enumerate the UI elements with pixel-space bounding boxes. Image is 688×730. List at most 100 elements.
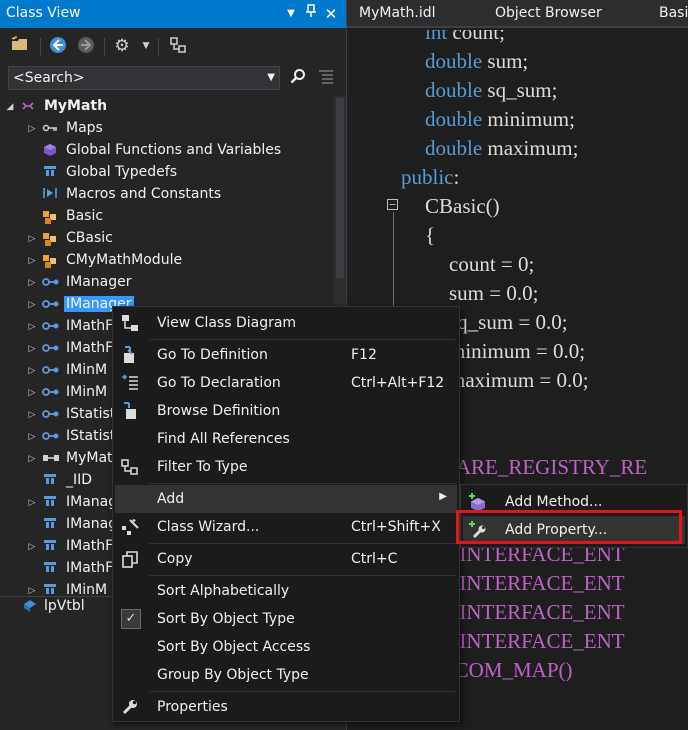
- code-line: double minimum;: [425, 107, 575, 132]
- tree-item[interactable]: ▷ IManager: [0, 272, 346, 294]
- tree-item-label: MyMat: [66, 450, 113, 466]
- search-settings-icon[interactable]: [316, 68, 336, 88]
- menu-item-shortcut: F12: [351, 347, 377, 363]
- expand-arrow-icon[interactable]: ▷: [26, 253, 38, 269]
- go-to-declaration-icon: [121, 374, 139, 392]
- tree-item-label: IManager: [66, 274, 132, 290]
- menu-separator: [149, 575, 455, 576]
- submenu-item-label: Add Method...: [505, 494, 603, 510]
- menu-item-find-all-references[interactable]: Find All References: [115, 425, 457, 453]
- field-icon: [22, 599, 38, 615]
- expand-arrow-icon[interactable]: ▷: [26, 429, 38, 445]
- expand-arrow-icon[interactable]: ▷: [26, 539, 38, 555]
- search-icon[interactable]: [288, 68, 308, 88]
- search-dropdown-icon[interactable]: ▼: [267, 69, 275, 87]
- code-text: count = 0;: [449, 252, 535, 276]
- code-text: minimum;: [487, 107, 575, 131]
- menu-item-view-class-diagram[interactable]: View Class Diagram: [115, 309, 457, 337]
- expand-arrow-icon[interactable]: ▷: [26, 451, 38, 467]
- menu-item-label: Sort Alphabetically: [157, 583, 290, 599]
- expand-arrow-icon[interactable]: ▷: [26, 341, 38, 357]
- menu-item-shortcut: Ctrl+Shift+X: [351, 519, 441, 535]
- project-icon: [20, 99, 36, 115]
- menu-item-sort-alphabetically[interactable]: Sort Alphabetically: [115, 577, 457, 605]
- menu-item-label: Sort By Object Type: [157, 611, 295, 627]
- expand-arrow-icon[interactable]: ▷: [26, 231, 38, 247]
- menu-item-class-wizard[interactable]: Class Wizard... Ctrl+Shift+X: [115, 513, 457, 541]
- code-text: count;: [452, 30, 505, 44]
- interface-icon: [42, 297, 59, 313]
- menu-item-properties[interactable]: Properties: [115, 693, 457, 721]
- interface-icon: [42, 275, 59, 291]
- expand-arrow-icon[interactable]: ▷: [26, 275, 38, 291]
- code-line: double sq_sum;: [425, 78, 557, 103]
- code-line: sum = 0.0;: [449, 281, 538, 306]
- menu-item-go-to-declaration[interactable]: Go To Declaration Ctrl+Alt+F12: [115, 369, 457, 397]
- class-view-search-box[interactable]: ▼: [8, 66, 280, 90]
- tree-item[interactable]: Global Typedefs: [0, 162, 346, 184]
- tree-item[interactable]: ▷ CMyMathModule: [0, 250, 346, 272]
- expand-arrow-icon[interactable]: ▷: [26, 407, 38, 423]
- expand-arrow-icon[interactable]: ▷: [26, 319, 38, 335]
- menu-item-shortcut: Ctrl+C: [351, 551, 398, 567]
- tree-item-label: IManag: [66, 516, 118, 532]
- tree-item-label: IStatist: [66, 428, 116, 444]
- tab-basic[interactable]: Basic: [659, 5, 688, 21]
- menu-item-shortcut: Ctrl+Alt+F12: [351, 375, 445, 391]
- menu-item-browse-definition[interactable]: Browse Definition: [115, 397, 457, 425]
- code-text: sq_sum = 0.0;: [449, 310, 568, 334]
- menu-item-label: Go To Definition: [157, 347, 268, 363]
- tab-mymath-idl[interactable]: MyMath.idl: [359, 5, 436, 21]
- code-keyword: int: [425, 30, 453, 44]
- settings-gear-icon[interactable]: ⚙: [112, 36, 132, 56]
- menu-item-group-by-object-type[interactable]: Group By Object Type: [115, 661, 457, 689]
- window-position-dropdown-icon[interactable]: ▼: [282, 4, 300, 24]
- menu-item-label: Find All References: [157, 431, 290, 447]
- check-icon: ✓: [121, 609, 141, 629]
- collapse-region-icon[interactable]: −: [387, 199, 398, 210]
- menu-item-label: Copy: [157, 551, 193, 567]
- back-icon[interactable]: [48, 36, 68, 56]
- settings-dropdown-icon[interactable]: ▼: [136, 36, 156, 56]
- expand-arrow-icon[interactable]: ▷: [26, 495, 38, 511]
- menu-item-label: Sort By Object Access: [157, 639, 311, 655]
- forward-icon[interactable]: [76, 36, 96, 56]
- menu-separator: [149, 483, 455, 484]
- typedef-icon: [42, 561, 58, 577]
- scrollbar-thumb[interactable]: [336, 98, 344, 278]
- menu-separator: [149, 543, 455, 544]
- code-text: minimum = 0.0;: [449, 339, 586, 363]
- expand-arrow-icon[interactable]: ▷: [26, 363, 38, 379]
- maps-icon: [42, 121, 58, 137]
- menu-item-go-to-definition[interactable]: Go To Definition F12: [115, 341, 457, 369]
- tree-item[interactable]: Basic: [0, 206, 346, 228]
- menu-item-filter-to-type[interactable]: Filter To Type: [115, 453, 457, 481]
- menu-item-sort-by-object-access[interactable]: Sort By Object Access: [115, 633, 457, 661]
- expand-arrow-icon[interactable]: ▷: [26, 297, 38, 313]
- menu-item-sort-by-object-type[interactable]: ✓ Sort By Object Type: [115, 605, 457, 633]
- code-text: sum = 0.0;: [449, 281, 539, 305]
- tree-item[interactable]: ▷ Maps: [0, 118, 346, 140]
- new-folder-icon[interactable]: [10, 36, 30, 56]
- typedef-icon: [42, 473, 58, 489]
- menu-item-copy[interactable]: Copy Ctrl+C: [115, 545, 457, 573]
- typedef-icon: [42, 539, 58, 555]
- tree-item[interactable]: Global Functions and Variables: [0, 140, 346, 162]
- menu-item-add[interactable]: Add ▶: [115, 485, 457, 513]
- tree-item[interactable]: Macros and Constants: [0, 184, 346, 206]
- close-icon[interactable]: ✕: [322, 4, 340, 24]
- typedef-icon: [42, 165, 58, 181]
- tab-object-browser[interactable]: Object Browser: [495, 5, 602, 21]
- typedef-icon: [42, 517, 58, 533]
- tree-item-label: IMathF: [66, 318, 114, 334]
- tree-root-item[interactable]: ◢ MyMath: [0, 96, 346, 118]
- code-line: count = 0;: [449, 252, 534, 277]
- search-input[interactable]: [13, 69, 253, 87]
- expand-arrow-icon[interactable]: ▷: [26, 385, 38, 401]
- pin-icon[interactable]: [302, 4, 320, 24]
- collapse-arrow-icon[interactable]: ◢: [4, 99, 16, 115]
- tree-item[interactable]: ▷ CBasic: [0, 228, 346, 250]
- class-hierarchy-icon[interactable]: [168, 36, 188, 56]
- code-line: double sum;: [425, 49, 528, 74]
- expand-arrow-icon[interactable]: ▷: [26, 121, 38, 137]
